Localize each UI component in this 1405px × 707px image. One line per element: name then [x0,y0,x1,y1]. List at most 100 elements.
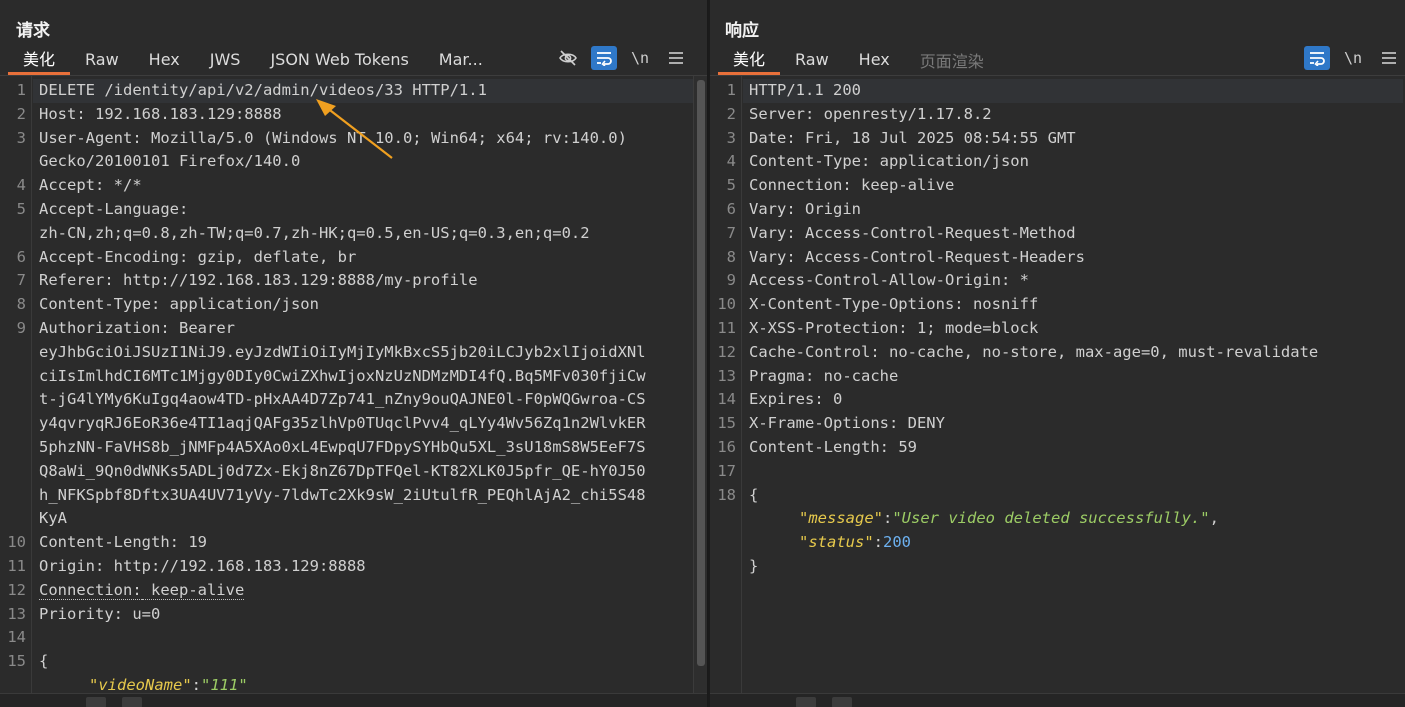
line-number: 13 [7,604,26,623]
line-number: 4 [726,152,736,171]
line-number: 5 [16,199,26,218]
response-status-bar [710,693,1405,707]
response-tab-raw[interactable]: Raw [780,44,844,75]
response-code[interactable]: 1 HTTP/1.1 200 2 Server: openresty/1.17.8.2… [717,79,1318,579]
header-key: Referer: [39,271,114,290]
header-value: u=0 [123,604,161,623]
header-key: { [749,485,759,504]
request-tab-more[interactable]: Mar... [424,44,498,75]
line-number: 8 [726,247,736,266]
line-text: y4qvryqRJ6EoR36e4TI1aqjQAFg35zlhVp0TUqcl… [32,412,646,436]
hamburger-icon[interactable] [1376,46,1402,70]
line-number [712,531,742,555]
request-scroll-thumb[interactable] [697,80,705,666]
request-code[interactable]: 1 DELETE /identity/api/v2/admin/videos/33… [7,79,646,698]
header-key: Connection: [39,580,142,600]
response-status-button[interactable] [796,697,816,707]
code-line: 9 Authorization: Bearer [17,317,646,341]
code-line: ciIsImlhdCI6MTc1Mjgy0DIy0CwiZXhwIjoxNzUz… [32,365,646,389]
header-value: openresty/1.17.8.2 [814,104,992,123]
code-line: 4 Accept: */* [17,174,646,198]
line-number [2,150,32,174]
wrap-icon[interactable] [591,46,617,70]
line-text [742,460,749,484]
request-tab-pretty[interactable]: 美化 [8,44,71,75]
request-tab-jwt[interactable]: JSON Web Tokens [255,44,423,75]
wrap-icon[interactable] [1304,46,1330,70]
line-number: 9 [16,318,26,337]
line-text: Accept-Language: [32,198,188,222]
code-line: Q8aWi_9Qn0dWNKs5ADLj0d7Zx-Ekj8nZ67DpTFQe… [32,460,646,484]
eye-slash-icon[interactable] [555,46,581,70]
line-text: Vary: Access-Control-Request-Headers [742,246,1085,270]
line-number: 1 [726,81,736,99]
request-editor[interactable]: 1 DELETE /identity/api/v2/admin/videos/33… [0,76,707,694]
header-key: Accept-Language: [39,199,189,218]
line-number: 17 [717,461,736,480]
line-text: KyA [32,507,67,531]
line-text: Content-Type: application/json [32,293,319,317]
line-number [2,412,32,436]
code-line: 18 { [717,484,1318,508]
line-number [2,436,32,460]
line-text: HTTP/1.1 200 [742,79,861,103]
header-value: 0 [823,390,843,409]
request-scrollbar[interactable] [693,76,707,693]
json-separator: : [191,675,201,694]
code-line: zh-CN,zh;q=0.8,zh-TW;q=0.7,zh-HK;q=0.5,e… [32,222,646,246]
line-text: Vary: Access-Control-Request-Method [742,222,1076,246]
line-number: 2 [16,104,26,123]
header-value: Mozilla/5.0 (Windows NT 10.0; Win64; x64… [141,128,627,147]
line-text: Accept-Encoding: gzip, deflate, br [32,246,356,270]
header-key: Content-Type: [749,152,871,171]
line-number: 18 [717,485,736,504]
response-tab-render[interactable]: 页面渲染 [905,44,999,75]
request-tab-raw[interactable]: Raw [70,44,134,75]
line-number: 13 [717,366,736,385]
line-number: 4 [16,176,26,195]
header-value: * [1010,271,1029,290]
response-toolbar: \n [1304,44,1402,72]
line-text: Connection: keep-alive [742,174,954,198]
header-key: Accept: [39,176,105,195]
header-key: HTTP/1.1 200 [749,81,861,99]
line-text: Date: Fri, 18 Jul 2025 08:54:55 GMT [742,127,1076,151]
response-editor[interactable]: 1 HTTP/1.1 200 2 Server: openresty/1.17.8.2… [710,76,1405,693]
request-status-button[interactable] [122,697,142,707]
line-number [2,388,32,412]
line-number: 10 [7,533,26,552]
request-tab-jws[interactable]: JWS [195,44,256,75]
line-number: 12 [7,580,26,599]
request-pane: 请求 美化 Raw Hex JWS JSON Web Tokens Mar...… [0,0,708,707]
code-line: 14 Expires: 0 [717,388,1318,412]
line-number [2,507,32,531]
json-string-value: "111" [201,675,248,694]
line-number: 10 [717,295,736,314]
code-line: 15 { [7,650,646,674]
code-line: "message":"User video deleted successful… [742,507,1318,531]
code-line: 15 X-Frame-Options: DENY [717,412,1318,436]
header-key: Expires: [749,390,824,409]
header-key: Cache-Control: [749,342,880,361]
response-tab-hex[interactable]: Hex [844,44,905,75]
newline-toggle-button[interactable]: \n [1340,46,1366,70]
code-line: 14 [7,626,646,650]
line-number: 1 [16,81,26,99]
code-line: 16 Content-Length: 59 [717,436,1318,460]
header-value: */* [104,176,142,195]
request-tab-hex[interactable]: Hex [134,44,195,75]
json-key: "message" [799,509,883,528]
line-number: 12 [717,342,736,361]
response-status-button[interactable] [832,697,852,707]
line-text: Content-Type: application/json [742,150,1029,174]
line-number: 9 [726,271,736,290]
line-number: 11 [7,556,26,575]
code-line: h_NFKSpbf8Dftx3UA4UV71yVy-7ldwTc2Xk9sW_2… [32,484,646,508]
hamburger-icon[interactable] [663,46,689,70]
newline-toggle-button[interactable]: \n [627,46,653,70]
request-status-button[interactable] [86,697,106,707]
line-number: 7 [16,271,26,290]
line-text: Origin: http://192.168.183.129:8888 [32,555,366,579]
response-tab-pretty[interactable]: 美化 [718,44,781,75]
code-line: 7 Vary: Access-Control-Request-Method [727,222,1318,246]
